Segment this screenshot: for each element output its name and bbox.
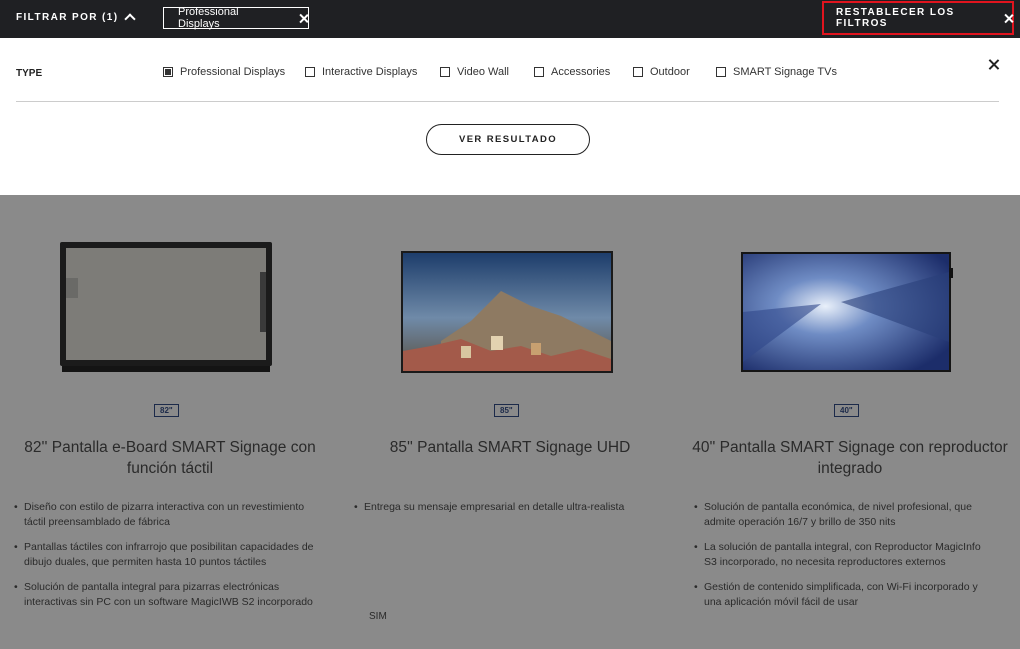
filter-option-professional-displays[interactable]: Professional Displays	[163, 66, 285, 78]
product-card: 82" 82'' Pantalla e-Board SMART Signage …	[0, 195, 340, 649]
active-filter-chip-label: Professional Displays	[178, 6, 239, 30]
size-badge: 82"	[154, 404, 179, 417]
checkbox[interactable]	[633, 67, 643, 77]
feature-list: Entrega su mensaje empresarial en detall…	[354, 500, 654, 525]
active-filter-chip[interactable]: Professional Displays	[163, 6, 309, 30]
feature-item: Gestión de contenido simplificada, con W…	[694, 580, 994, 610]
filter-option-accessories[interactable]: Accessories	[534, 66, 610, 78]
checkbox[interactable]	[440, 67, 450, 77]
filter-toggle-button[interactable]: FILTRAR POR (1)	[16, 11, 137, 25]
size-badge: 40"	[834, 404, 859, 417]
filter-option-label: SMART Signage TVs	[733, 66, 837, 78]
filter-option-label: Interactive Displays	[322, 66, 418, 78]
filter-option-smart-signage-tvs[interactable]: SMART Signage TVs	[716, 66, 837, 78]
feature-item: La solución de pantalla integral, con Re…	[694, 540, 994, 570]
feature-list: Solución de pantalla económica, de nivel…	[694, 500, 994, 620]
filter-toggle-label: FILTRAR POR (1)	[16, 11, 119, 23]
product-image-eboard[interactable]	[60, 242, 272, 372]
product-card: 85" 85'' Pantalla SMART Signage UHD Entr…	[340, 195, 680, 649]
filter-option-interactive-displays[interactable]: Interactive Displays	[305, 66, 417, 78]
feature-item: Pantallas táctiles con infrarrojo que po…	[14, 540, 314, 570]
size-badge: 85"	[494, 404, 519, 417]
filter-option-label: Video Wall	[457, 66, 509, 78]
product-title[interactable]: 40'' Pantalla SMART Signage con reproduc…	[680, 437, 1020, 479]
chevron-up-icon	[124, 13, 137, 25]
filter-option-label: Professional Displays	[180, 66, 286, 78]
filter-panel: TYPE Professional Displays Interactive D…	[0, 38, 1020, 195]
filter-bar: FILTRAR POR (1) Professional Displays RE…	[0, 0, 1020, 38]
product-title[interactable]: 85'' Pantalla SMART Signage UHD	[340, 437, 680, 458]
product-image-40[interactable]	[741, 252, 953, 372]
filter-type-heading: TYPE	[16, 68, 43, 79]
feature-list: Diseño con estilo de pizarra interactiva…	[14, 500, 314, 620]
filter-option-label: Outdoor	[650, 66, 690, 78]
close-panel-icon[interactable]	[988, 60, 997, 69]
reset-filters-button[interactable]: RESTABLECER LOS FILTROS	[822, 1, 1014, 35]
checkbox[interactable]	[716, 67, 726, 77]
reset-filters-label: RESTABLECER LOS FILTROS	[836, 7, 955, 29]
product-card: 40" 40'' Pantalla SMART Signage con repr…	[680, 195, 1020, 649]
close-icon	[1004, 14, 1012, 23]
close-icon[interactable]	[299, 14, 308, 23]
checkbox[interactable]	[534, 67, 544, 77]
product-image-uhd[interactable]	[401, 251, 613, 373]
feature-item: Solución de pantalla integral para pizar…	[14, 580, 314, 610]
filter-option-outdoor[interactable]: Outdoor	[633, 66, 690, 78]
sim-label: SIM	[369, 611, 387, 622]
filter-option-video-wall[interactable]: Video Wall	[440, 66, 509, 78]
divider	[16, 101, 999, 102]
feature-item: Solución de pantalla económica, de nivel…	[694, 500, 994, 530]
view-results-button[interactable]: VER RESULTADO	[426, 124, 590, 155]
filter-option-label: Accessories	[551, 66, 611, 78]
feature-item: Diseño con estilo de pizarra interactiva…	[14, 500, 314, 530]
checkbox[interactable]	[163, 67, 173, 77]
product-title[interactable]: 82'' Pantalla e-Board SMART Signage con …	[0, 437, 340, 479]
feature-item: Entrega su mensaje empresarial en detall…	[354, 500, 654, 515]
checkbox[interactable]	[305, 67, 315, 77]
